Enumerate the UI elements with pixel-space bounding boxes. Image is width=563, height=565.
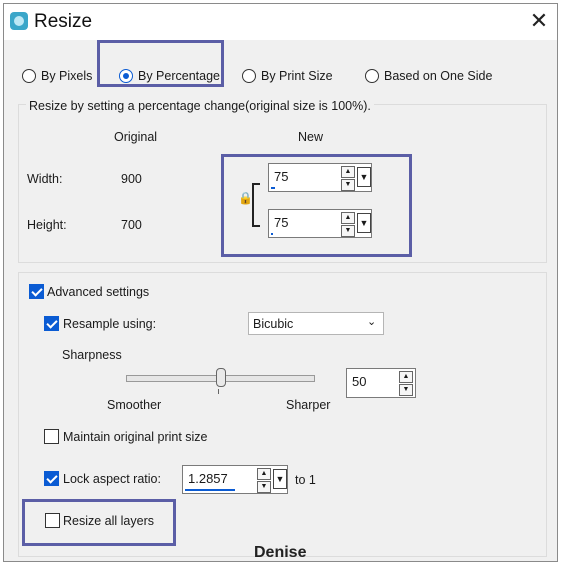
- selection-underline: [185, 489, 235, 491]
- lock-aspect-ratio-label: Lock aspect ratio:: [63, 472, 161, 486]
- advanced-settings-row[interactable]: Advanced settings: [26, 283, 166, 301]
- sharpness-stepper[interactable]: ▲ ▼: [399, 371, 413, 397]
- width-label: Width:: [27, 172, 63, 186]
- chevron-down-icon[interactable]: ▼: [273, 469, 287, 489]
- spin-up-icon[interactable]: ▲: [399, 371, 413, 383]
- annotation-highlight-percentage: [97, 40, 224, 87]
- maintain-print-size-checkbox[interactable]: [44, 429, 59, 444]
- advanced-settings-label: Advanced settings: [47, 285, 150, 299]
- radio-button[interactable]: [365, 69, 379, 83]
- sharpness-slider-thumb[interactable]: [215, 368, 226, 387]
- advanced-settings-checkbox[interactable]: [29, 284, 44, 299]
- column-original-header: Original: [114, 130, 158, 144]
- column-new-header: New: [298, 130, 324, 144]
- spin-down-icon[interactable]: ▼: [399, 384, 413, 396]
- window-title: Resize: [34, 11, 93, 32]
- size-description: Resize by setting a percentage change(or…: [26, 99, 374, 113]
- resample-method-select[interactable]: Bicubic ⌄: [248, 312, 384, 335]
- radio-button[interactable]: [242, 69, 256, 83]
- watermark-text: Denise: [254, 544, 307, 561]
- resample-label: Resample using:: [63, 317, 157, 331]
- radio-label: By Print Size: [261, 69, 333, 83]
- height-label: Height:: [27, 218, 67, 232]
- slider-right-label: Sharper: [286, 398, 331, 412]
- resample-checkbox[interactable]: [44, 316, 59, 331]
- sharpness-value[interactable]: 50: [352, 374, 366, 389]
- slider-left-label: Smoother: [107, 398, 162, 412]
- aspect-ratio-field[interactable]: 1.2857 ▲ ▼ ▼: [182, 465, 288, 494]
- spin-up-icon[interactable]: ▲: [257, 468, 271, 480]
- radio-label: Based on One Side: [384, 69, 493, 83]
- slider-tick: [218, 389, 219, 394]
- radio-label: By Pixels: [41, 69, 93, 83]
- chevron-down-icon[interactable]: ⌄: [367, 315, 376, 328]
- radio-button[interactable]: [22, 69, 36, 83]
- sharpness-label: Sharpness: [62, 348, 122, 362]
- sharpness-field[interactable]: 50 ▲ ▼: [346, 368, 416, 398]
- maintain-print-size-label: Maintain original print size: [63, 430, 208, 444]
- lock-aspect-ratio-checkbox[interactable]: [44, 471, 59, 486]
- app-icon: [10, 12, 28, 30]
- title-bar: Resize ✕: [4, 4, 557, 40]
- resample-method-value: Bicubic: [253, 317, 294, 331]
- resize-dialog: Resize ✕ By Pixels By Percentage By Prin…: [3, 3, 558, 562]
- spin-down-icon[interactable]: ▼: [257, 481, 271, 493]
- annotation-highlight-new-size: [221, 154, 412, 257]
- height-original-value: 700: [121, 218, 142, 232]
- ratio-suffix: to 1: [295, 473, 316, 487]
- close-icon[interactable]: ✕: [524, 7, 554, 35]
- width-original-value: 900: [121, 172, 142, 186]
- annotation-highlight-resize-layers: [22, 499, 176, 546]
- ratio-stepper[interactable]: ▲ ▼: [257, 468, 271, 494]
- aspect-ratio-value[interactable]: 1.2857: [188, 471, 228, 486]
